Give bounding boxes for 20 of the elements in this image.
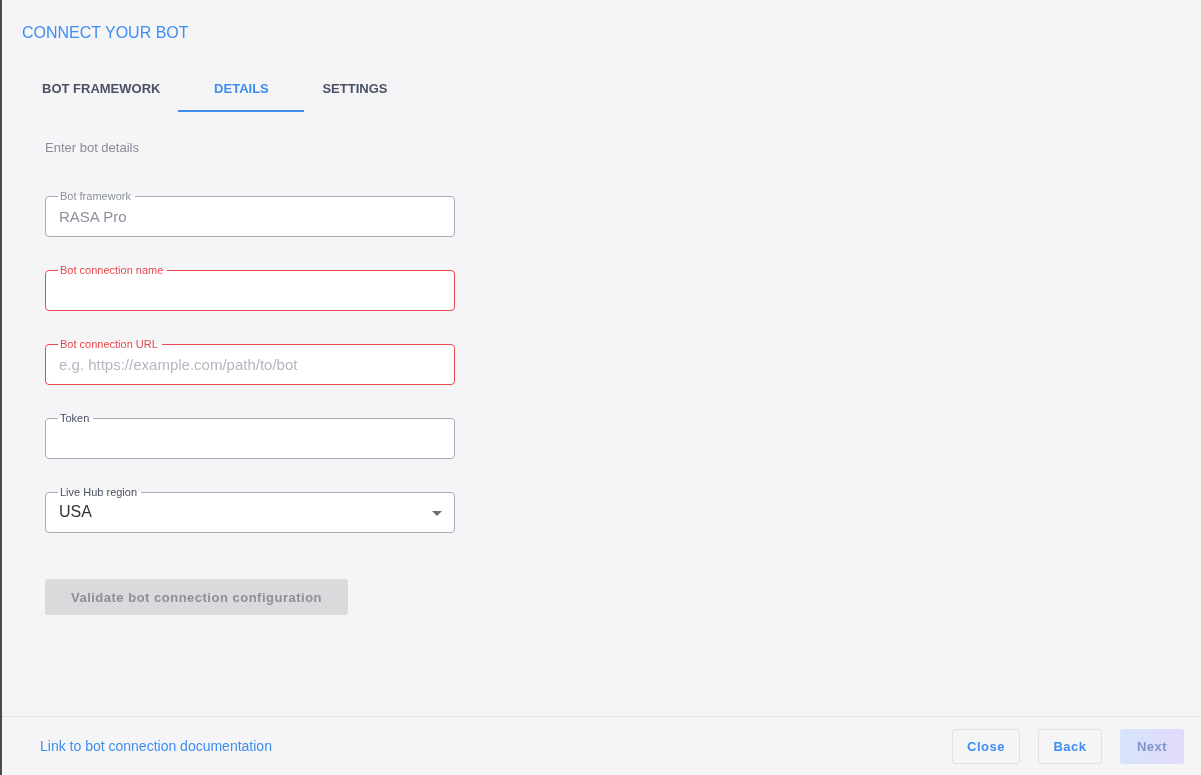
text-input[interactable]: e.g. https://example.com/path/to/bot — [59, 355, 442, 373]
input-field[interactable]: Bot connection name — [45, 265, 455, 311]
field-label: Token — [59, 413, 91, 424]
selected-value: USA — [59, 503, 93, 521]
tab[interactable]: BOT FRAMEWORK — [24, 66, 179, 112]
documentation-link[interactable]: Link to bot connection documentation — [40, 738, 272, 754]
footer-button[interactable]: Close — [952, 728, 1020, 764]
field-label: Live Hub region — [59, 487, 139, 498]
footer-button[interactable]: Back — [1038, 728, 1102, 764]
field-label: Bot framework — [59, 191, 132, 202]
input-field[interactable]: Bot connection URL e.g. https://example.com/path/to/bot — [45, 339, 455, 385]
field-label: Bot connection URL — [59, 339, 159, 350]
dialog-title: CONNECT YOUR BOT — [22, 24, 190, 42]
caret-icon — [432, 510, 442, 516]
dropdown[interactable]: Live Hub region USA — [45, 487, 455, 533]
tab[interactable]: SETTINGS — [304, 66, 406, 112]
input-field[interactable]: Token — [45, 413, 455, 459]
tab[interactable]: DETAILS — [178, 66, 305, 112]
section-subtitle: Enter bot details — [45, 140, 140, 155]
field-label: Bot connection name — [59, 265, 165, 276]
